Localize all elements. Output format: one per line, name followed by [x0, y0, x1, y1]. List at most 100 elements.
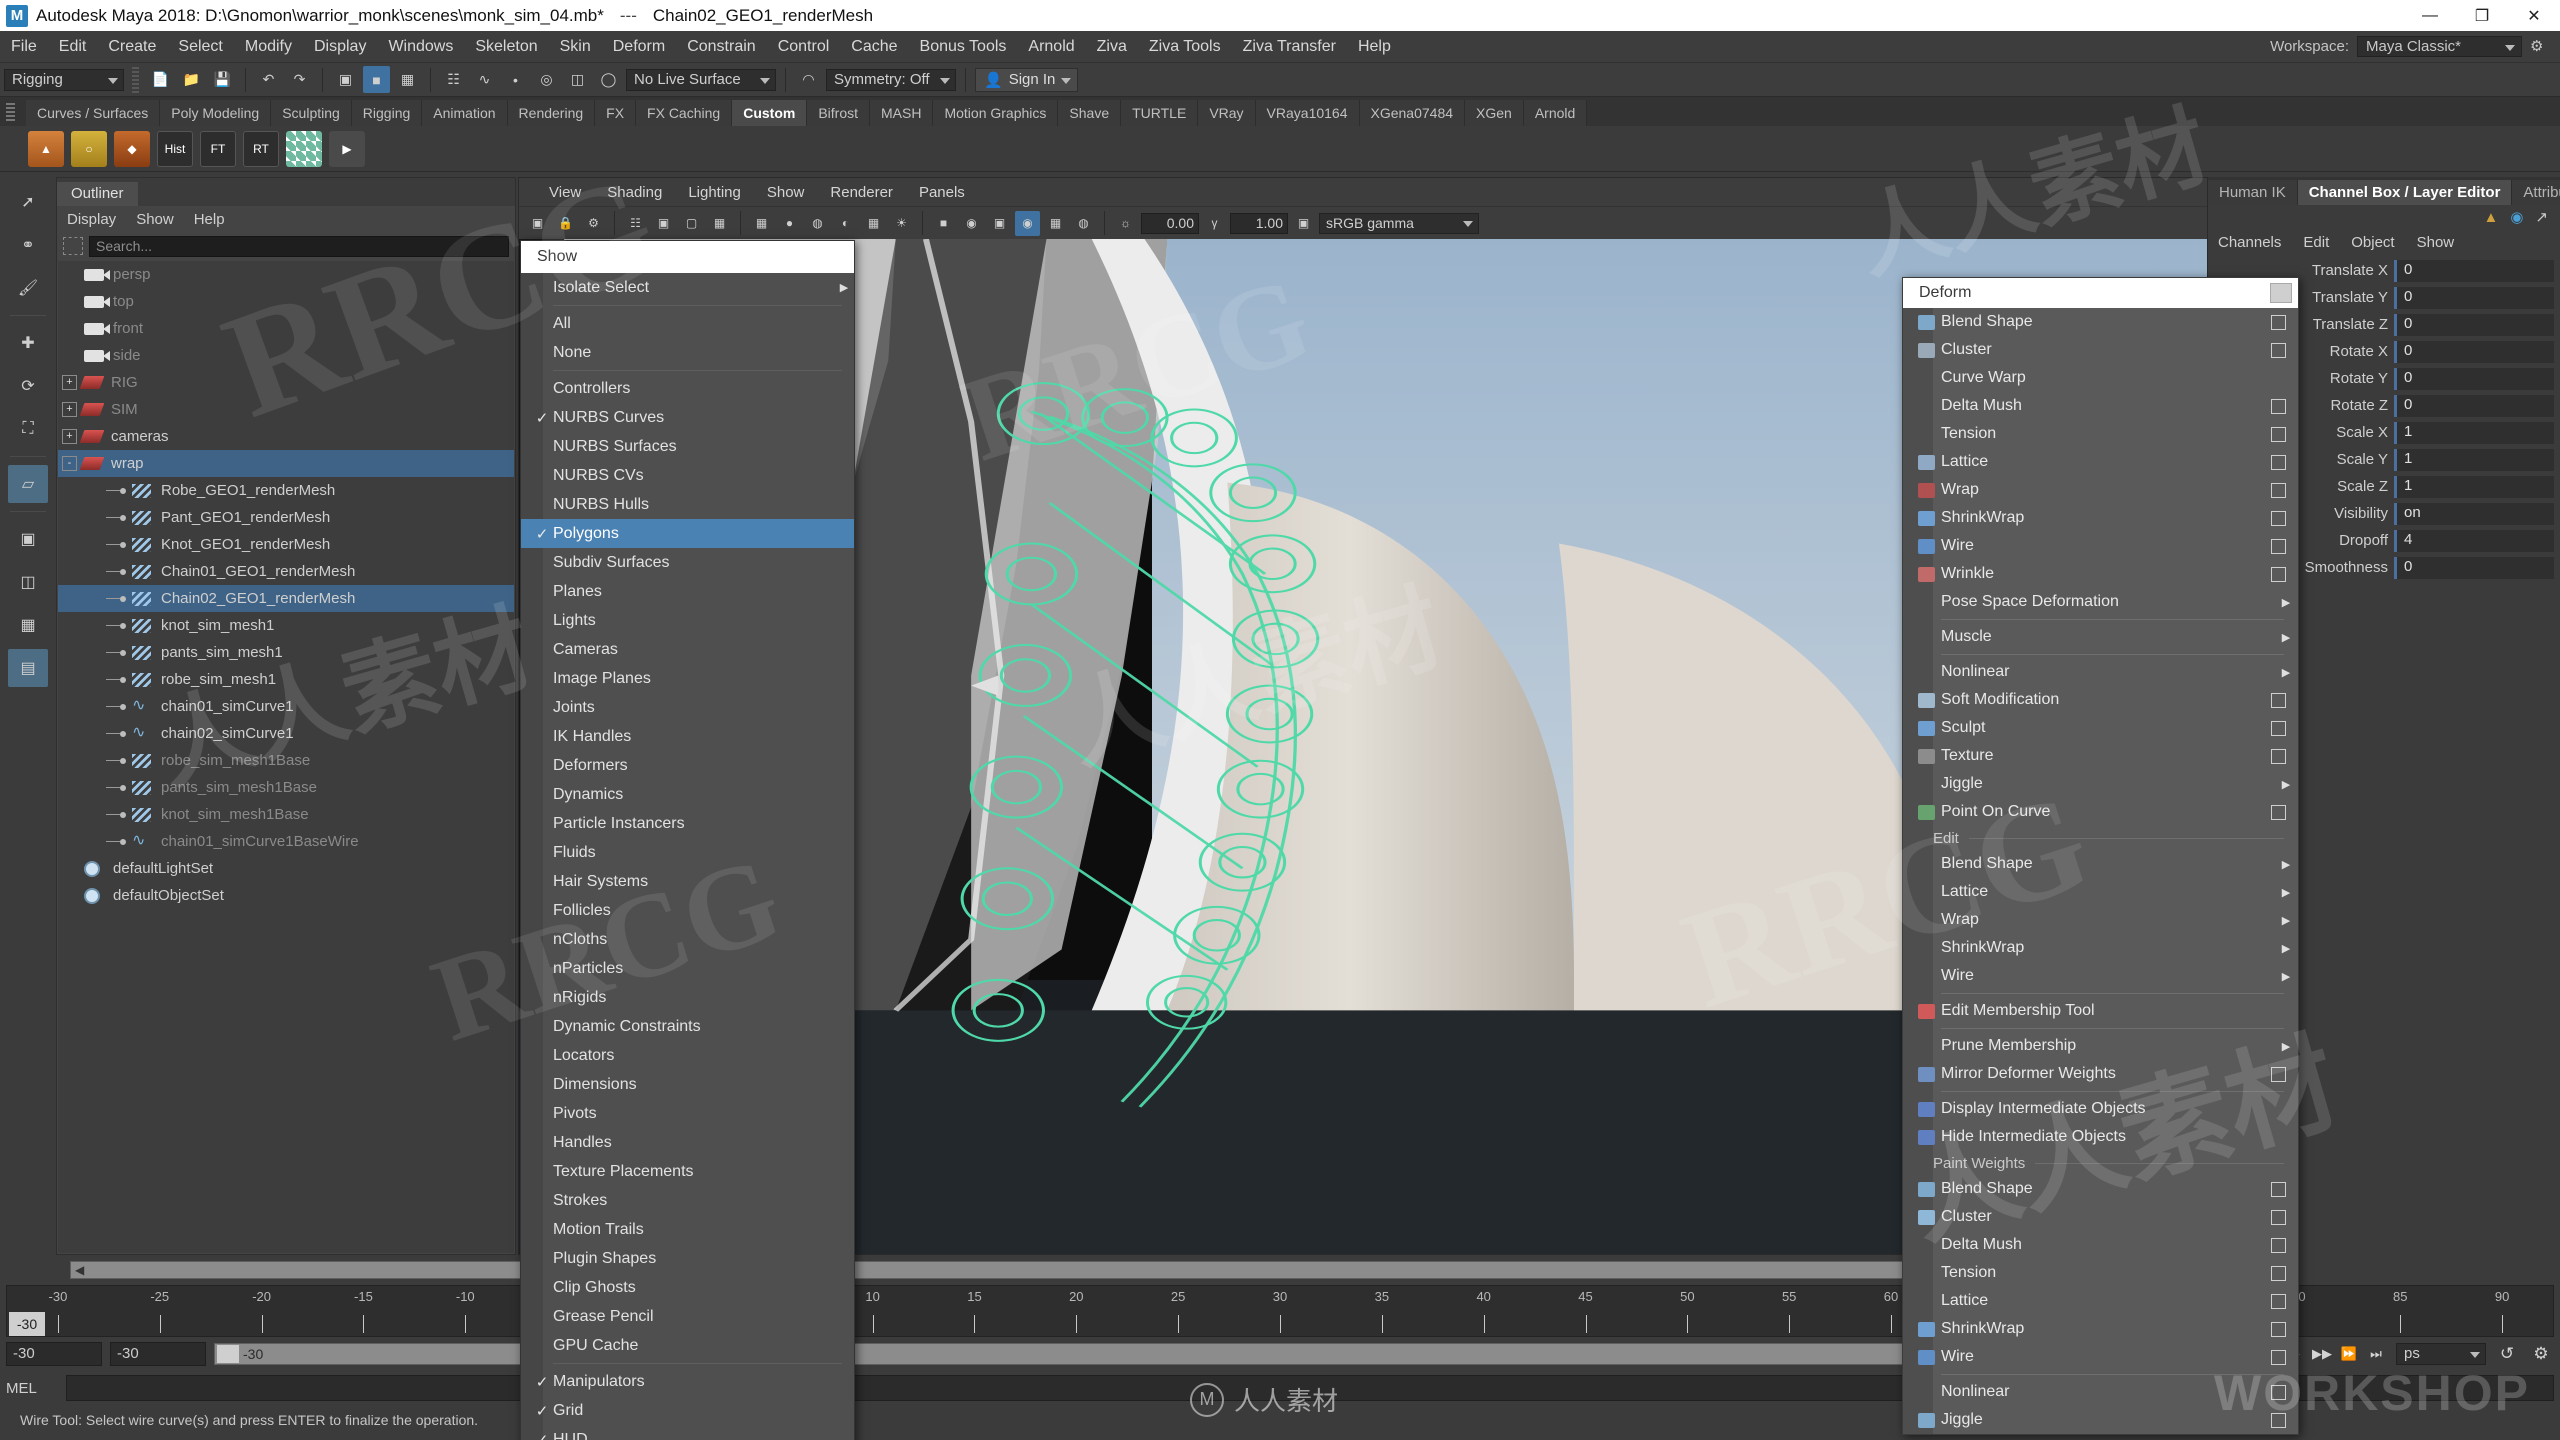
outliner-row[interactable]: Knot_GEO1_renderMesh: [58, 531, 514, 558]
new-scene-icon[interactable]: 📄: [147, 66, 174, 93]
menu-arnold[interactable]: Arnold: [1017, 31, 1085, 62]
option-box-icon[interactable]: [2271, 804, 2286, 820]
shelf-tab-shave[interactable]: Shave: [1058, 100, 1122, 126]
menu-ziva-transfer[interactable]: Ziva Transfer: [1232, 31, 1347, 62]
show-menu-item[interactable]: Deformers: [521, 751, 854, 780]
channelbox-menu-channels[interactable]: Channels: [2218, 234, 2281, 251]
maximize-button[interactable]: ❐: [2456, 0, 2508, 31]
deform-menu-item[interactable]: Cluster: [1903, 336, 2298, 364]
channel-value[interactable]: 1: [2394, 475, 2554, 498]
outliner-row[interactable]: front: [58, 315, 514, 342]
show-menu-item[interactable]: NURBS CVs: [521, 461, 854, 490]
deform-menu-item[interactable]: Point On Curve: [1903, 798, 2298, 826]
undo-icon[interactable]: ↶: [255, 66, 282, 93]
lock-camera-icon[interactable]: 🔒: [553, 211, 578, 236]
deform-menu-title[interactable]: Deform: [1903, 278, 2298, 308]
show-menu-item[interactable]: Motion Trails: [521, 1215, 854, 1244]
resolution-gate-icon[interactable]: ▢: [679, 211, 704, 236]
scroll-left-icon[interactable]: ◀: [75, 1263, 84, 1277]
channel-value[interactable]: 0: [2394, 367, 2554, 390]
gamma-icon[interactable]: γ: [1202, 211, 1227, 236]
viewport-menu-show[interactable]: Show: [767, 184, 805, 201]
lasso-tool-icon[interactable]: ⚭: [8, 226, 48, 264]
option-box-icon[interactable]: [2271, 454, 2286, 470]
option-box-icon[interactable]: [2271, 1293, 2286, 1309]
menu-edit[interactable]: Edit: [48, 31, 98, 62]
show-menu-item[interactable]: GPU Cache: [521, 1331, 854, 1360]
select-tool-icon[interactable]: ➚: [8, 183, 48, 221]
show-menu-item[interactable]: Dynamic Constraints: [521, 1012, 854, 1041]
shelf-tab-fx-caching[interactable]: FX Caching: [636, 100, 733, 126]
go-to-end-icon[interactable]: ⏭: [2364, 1342, 2388, 1366]
outliner-row[interactable]: defaultLightSet: [58, 855, 514, 882]
option-box-icon[interactable]: [2271, 1181, 2286, 1197]
menu-skeleton[interactable]: Skeleton: [464, 31, 548, 62]
expander-toggle[interactable]: +: [62, 429, 77, 444]
deform-menu-item[interactable]: Mirror Deformer Weights: [1903, 1060, 2298, 1088]
shelf-icon-2[interactable]: ○: [71, 130, 107, 167]
tab-channel-box-layer-editor[interactable]: Channel Box / Layer Editor: [2297, 180, 2513, 205]
show-menu-item[interactable]: nRigids: [521, 983, 854, 1012]
menu-ziva[interactable]: Ziva: [1086, 31, 1138, 62]
shelf-tab-curves-surfaces[interactable]: Curves / Surfaces: [26, 100, 161, 126]
shelf-tab-vray[interactable]: VRay: [1198, 100, 1256, 126]
deform-menu-item[interactable]: Lattice: [1903, 448, 2298, 476]
show-menu-item[interactable]: Planes: [521, 577, 854, 606]
channel-value[interactable]: 4: [2394, 529, 2554, 552]
menu-modify[interactable]: Modify: [234, 31, 303, 62]
gamma-value[interactable]: 1.00: [1230, 212, 1288, 234]
show-menu-item[interactable]: Strokes: [521, 1186, 854, 1215]
last-tool-icon[interactable]: ▱: [8, 465, 48, 503]
channel-value[interactable]: 1: [2394, 421, 2554, 444]
snap-grid-icon[interactable]: ☷: [440, 66, 467, 93]
option-box-icon[interactable]: [2271, 538, 2286, 554]
show-menu-item[interactable]: Plugin Shapes: [521, 1244, 854, 1273]
show-menu-item[interactable]: Subdiv Surfaces: [521, 548, 854, 577]
shelf-tab-vraya10164[interactable]: VRaya10164: [1255, 100, 1360, 126]
deform-menu-item[interactable]: Delta Mush: [1903, 1231, 2298, 1259]
option-box-icon[interactable]: [2271, 1265, 2286, 1281]
deform-menu-item[interactable]: Curve Warp: [1903, 364, 2298, 392]
outliner-search-input[interactable]: Search...: [89, 235, 509, 257]
menuset-dropdown[interactable]: Rigging: [4, 68, 124, 91]
channelbox-menu-object[interactable]: Object: [2351, 234, 2394, 251]
show-menu-popup[interactable]: Show Isolate Select ▶ All None Controllers ✓ N…: [520, 240, 855, 1440]
menu-skin[interactable]: Skin: [549, 31, 602, 62]
sign-in-button[interactable]: 👤 Sign In: [975, 67, 1079, 92]
shelf-tab-poly-modeling[interactable]: Poly Modeling: [160, 100, 272, 126]
shelf-icon-ft[interactable]: FT: [200, 130, 236, 167]
show-menu-title[interactable]: Show: [521, 241, 854, 273]
snap-point-icon[interactable]: •: [502, 66, 529, 93]
outliner-menu-display[interactable]: Display: [67, 211, 116, 228]
menu-help[interactable]: Help: [1347, 31, 1402, 62]
flat-shade-icon[interactable]: ◍: [805, 211, 830, 236]
show-menu-item[interactable]: ✓ Grid: [521, 1396, 854, 1425]
shelf-icon-checker[interactable]: [286, 130, 322, 167]
select-camera-icon[interactable]: ▣: [525, 211, 550, 236]
node-editor-icon[interactable]: ▲: [2483, 209, 2498, 226]
workspace-dropdown[interactable]: Maya Classic*: [2357, 36, 2522, 57]
show-menu-item[interactable]: ✓ Polygons: [521, 519, 854, 548]
redo-icon[interactable]: ↷: [286, 66, 313, 93]
shelf-gripper[interactable]: [6, 103, 15, 121]
outliner-row[interactable]: ∿ chain02_simCurve1: [58, 720, 514, 747]
deform-menu-item[interactable]: Cluster: [1903, 1203, 2298, 1231]
deform-menu-item[interactable]: Nonlinear ▶: [1903, 658, 2298, 686]
show-menu-item[interactable]: Isolate Select ▶: [521, 273, 854, 302]
deform-menu-item[interactable]: Wrap ▶: [1903, 906, 2298, 934]
make-live-icon[interactable]: ◯: [595, 66, 622, 93]
menu-windows[interactable]: Windows: [377, 31, 464, 62]
deform-menu-item[interactable]: Blend Shape: [1903, 308, 2298, 336]
shelf-tab-custom[interactable]: Custom: [732, 100, 808, 126]
gate-mask-icon[interactable]: ▦: [707, 211, 732, 236]
shelf-tab-animation[interactable]: Animation: [422, 100, 508, 126]
paint-select-tool-icon[interactable]: 🖌: [8, 269, 48, 307]
viewport-menu-view[interactable]: View: [549, 184, 581, 201]
show-menu-item[interactable]: Handles: [521, 1128, 854, 1157]
time-range-scrollbar[interactable]: ◀ ▶: [70, 1261, 2126, 1279]
outliner-row[interactable]: robe_sim_mesh1: [58, 666, 514, 693]
deform-menu-item[interactable]: Wrinkle: [1903, 560, 2298, 588]
show-menu-item[interactable]: Cameras: [521, 635, 854, 664]
rotate-tool-icon[interactable]: ⟳: [8, 367, 48, 405]
range-slider[interactable]: -30: [214, 1343, 1933, 1365]
